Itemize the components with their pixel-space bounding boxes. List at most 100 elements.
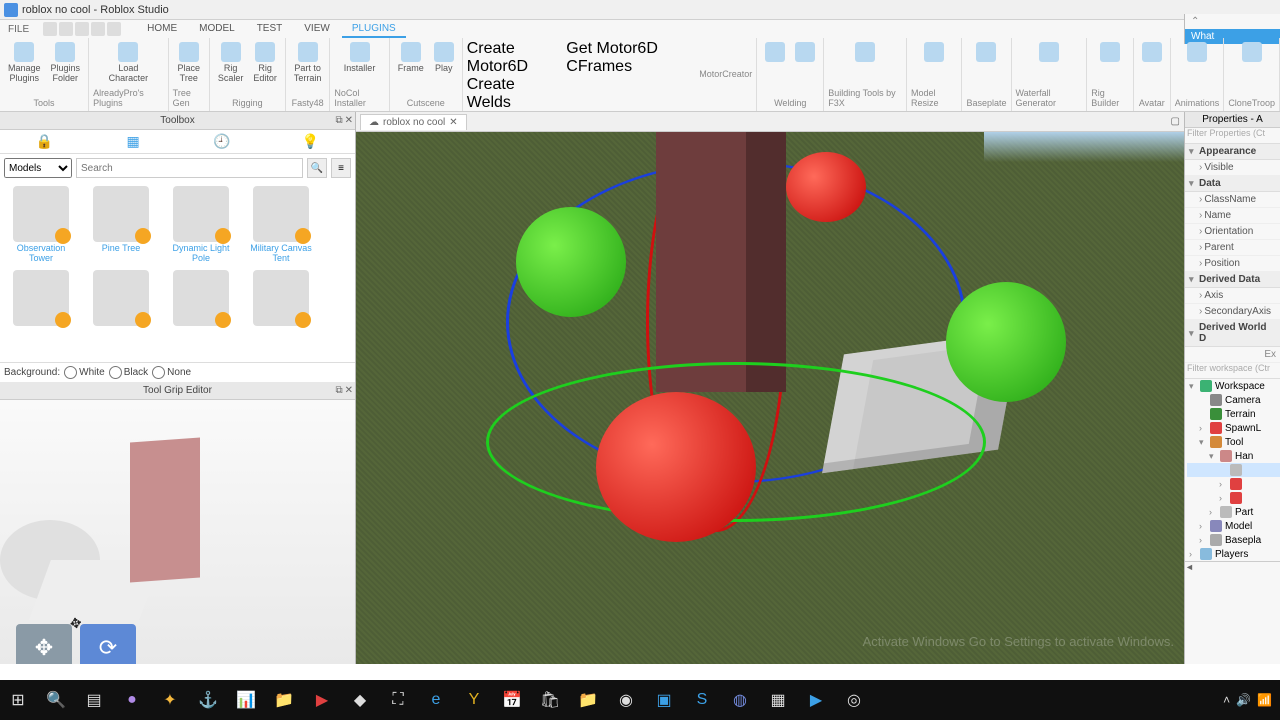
taskbar-app[interactable]: 📅 [498, 686, 526, 714]
toolgrip-viewport[interactable]: ✥ ⟳ ✥ [0, 400, 355, 680]
toolbox-item[interactable]: Pine Tree [84, 186, 158, 264]
expand-icon[interactable]: › [1209, 507, 1217, 517]
filter-button[interactable]: ≡ [331, 158, 351, 178]
ribbon-button[interactable]: RigEditor [249, 40, 281, 86]
expand-icon[interactable]: › [1199, 521, 1207, 531]
property-row[interactable]: Position [1185, 256, 1280, 272]
qat-icon[interactable] [91, 22, 105, 36]
explorer-filter[interactable]: Filter workspace (Ctr [1185, 363, 1280, 379]
bg-white[interactable]: White [64, 366, 105, 379]
taskbar-app[interactable]: 📁 [270, 686, 298, 714]
ribbon-tab-test[interactable]: TEST [247, 21, 293, 38]
store-icon[interactable]: 🛍 [536, 686, 564, 714]
scene-tab[interactable]: ☁ roblox no cool ✕ [360, 114, 467, 130]
property-row[interactable]: SecondaryAxis [1185, 304, 1280, 320]
toolbox-item[interactable] [4, 270, 78, 328]
expand-icon[interactable]: › [1219, 493, 1227, 503]
tab-grid-icon[interactable]: ▦ [89, 130, 178, 153]
ribbon-button[interactable]: LoadCharacter [105, 40, 153, 86]
toolbox-item[interactable]: Observation Tower [4, 186, 78, 264]
property-section[interactable]: ▾Appearance [1185, 144, 1280, 160]
explorer-node[interactable]: ›Basepla [1187, 533, 1280, 547]
toolbox-item[interactable]: Military Canvas Tent [244, 186, 318, 264]
explorer-node[interactable]: ▾Tool [1187, 435, 1280, 449]
explorer-node[interactable]: Camera [1187, 393, 1280, 407]
toolbox-item[interactable] [164, 270, 238, 328]
collapse-ribbon-icon[interactable]: ⌃ [1185, 14, 1280, 29]
property-row[interactable]: Name [1185, 208, 1280, 224]
property-row[interactable]: Axis [1185, 288, 1280, 304]
expand-icon[interactable]: ▾ [1189, 381, 1197, 392]
taskbar-app[interactable]: ▶ [308, 686, 336, 714]
tab-recent-icon[interactable]: 🕘 [178, 130, 267, 153]
qat-icon[interactable] [107, 22, 121, 36]
bg-none[interactable]: None [152, 366, 191, 379]
explorer-icon[interactable]: 📁 [574, 686, 602, 714]
ribbon-button[interactable]: PluginsFolder [47, 40, 85, 86]
ribbon-button[interactable]: Part toTerrain [290, 40, 326, 86]
explorer-node[interactable]: › [1187, 477, 1280, 491]
ribbon-button[interactable] [1238, 40, 1266, 66]
explorer-node[interactable]: ▾Workspace [1187, 379, 1280, 393]
property-section[interactable]: ▾Data [1185, 176, 1280, 192]
explorer-node[interactable]: ›SpawnL [1187, 421, 1280, 435]
search-button[interactable]: 🔍 [307, 158, 327, 178]
ribbon-action[interactable]: Create Welds [467, 76, 561, 112]
expand-icon[interactable]: › [1199, 535, 1207, 545]
handle-sphere[interactable] [786, 152, 866, 222]
explorer-node[interactable]: › [1187, 491, 1280, 505]
ribbon-button[interactable]: PlaceTree [173, 40, 204, 86]
undock-icon[interactable]: ⧉ [335, 385, 342, 396]
toolbox-item[interactable] [244, 270, 318, 328]
property-section[interactable]: ▾Derived Data [1185, 272, 1280, 288]
tab-inventory-icon[interactable]: 🔒 [0, 130, 89, 153]
ribbon-tab-view[interactable]: VIEW [294, 21, 340, 38]
maximize-icon[interactable]: ▢ [1167, 116, 1184, 127]
ribbon-button[interactable] [972, 40, 1000, 66]
handle-sphere[interactable] [946, 282, 1066, 402]
property-row[interactable]: ClassName [1185, 192, 1280, 208]
expand-icon[interactable]: › [1189, 549, 1197, 559]
explorer-node[interactable]: ▾Han [1187, 449, 1280, 463]
obs-icon[interactable]: ◎ [840, 686, 868, 714]
bg-black[interactable]: Black [109, 366, 148, 379]
ribbon-tab-home[interactable]: HOME [137, 21, 187, 38]
close-icon[interactable]: ✕ [345, 115, 353, 126]
toolbox-item[interactable]: Dynamic Light Pole [164, 186, 238, 264]
explorer-node[interactable]: ›Players [1187, 547, 1280, 561]
scroll-left-icon[interactable]: ◄ [1185, 562, 1194, 573]
property-row[interactable]: Orientation [1185, 224, 1280, 240]
file-menu[interactable]: FILE [0, 22, 37, 37]
3d-viewport[interactable]: Activate Windows Go to Settings to activ… [356, 132, 1184, 680]
explorer-node[interactable]: Terrain [1187, 407, 1280, 421]
start-button[interactable]: ⊞ [4, 686, 32, 714]
search-icon[interactable]: 🔍 [42, 686, 70, 714]
expand-icon[interactable]: ▾ [1209, 451, 1217, 462]
network-icon[interactable]: 📶 [1257, 693, 1272, 707]
ribbon-button[interactable] [920, 40, 948, 66]
taskbar-app[interactable]: ✦ [156, 686, 184, 714]
edge-icon[interactable]: e [422, 686, 450, 714]
ribbon-button[interactable]: Play [430, 40, 458, 76]
qat-icon[interactable] [59, 22, 73, 36]
volume-icon[interactable]: 🔊 [1236, 693, 1251, 707]
undock-icon[interactable]: ⧉ [335, 115, 342, 126]
chrome-icon[interactable]: ◉ [612, 686, 640, 714]
tab-ideas-icon[interactable]: 💡 [266, 130, 355, 153]
qat-icon[interactable] [43, 22, 57, 36]
ribbon-button[interactable]: Frame [394, 40, 428, 76]
ribbon-button[interactable] [791, 40, 819, 66]
taskbar-app[interactable]: ▶ [802, 686, 830, 714]
close-icon[interactable]: ✕ [345, 385, 353, 396]
handle-sphere[interactable] [596, 392, 756, 542]
property-row[interactable]: Parent [1185, 240, 1280, 256]
expand-icon[interactable]: ▾ [1199, 437, 1207, 448]
properties-filter[interactable]: Filter Properties (Ct [1185, 128, 1280, 144]
explorer-node[interactable] [1187, 463, 1280, 477]
expand-icon[interactable]: › [1199, 423, 1207, 433]
taskbar-app[interactable]: ⚓ [194, 686, 222, 714]
ribbon-button[interactable]: Installer [340, 40, 380, 76]
search-input[interactable] [76, 158, 303, 178]
ribbon-button[interactable] [851, 40, 879, 66]
taskbar-app[interactable]: ● [118, 686, 146, 714]
